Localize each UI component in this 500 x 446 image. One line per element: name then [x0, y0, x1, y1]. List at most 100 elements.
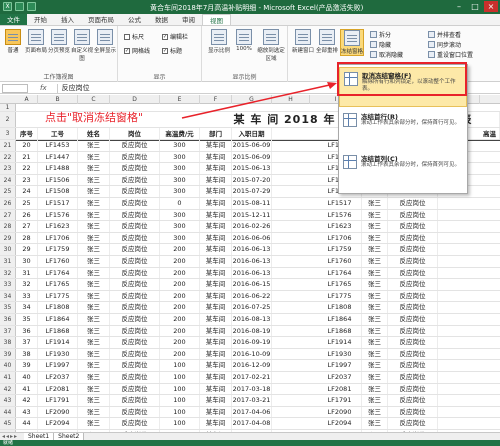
- cell[interactable]: LF1488: [38, 163, 78, 174]
- cell[interactable]: 张三: [362, 383, 388, 395]
- cell[interactable]: 张三: [362, 221, 388, 232]
- cell[interactable]: 反应岗位: [388, 395, 438, 406]
- cell[interactable]: 2017-04-08: [232, 418, 272, 429]
- row-header[interactable]: 23: [0, 163, 16, 174]
- column-header[interactable]: E: [160, 95, 200, 104]
- cell[interactable]: 姓名: [78, 128, 110, 139]
- cell[interactable]: 反应岗位: [110, 256, 160, 267]
- cell[interactable]: 张三: [362, 325, 388, 337]
- cell[interactable]: LF1760: [318, 256, 362, 267]
- row-header[interactable]: 21: [0, 140, 16, 151]
- cell[interactable]: 反应岗位: [110, 383, 160, 395]
- cell[interactable]: 2016-06-06: [232, 232, 272, 244]
- cell[interactable]: LF1791: [38, 395, 78, 406]
- cell[interactable]: 序号: [16, 128, 38, 139]
- row-header[interactable]: 28: [0, 221, 16, 232]
- cell[interactable]: 某 车 间 2018 年: [230, 112, 340, 127]
- cell[interactable]: 反应岗位: [388, 221, 438, 232]
- cell[interactable]: 张三: [78, 395, 110, 406]
- cell[interactable]: 反应岗位: [388, 267, 438, 279]
- cell[interactable]: 44: [16, 418, 38, 429]
- cell[interactable]: 反应岗位: [388, 232, 438, 244]
- cell[interactable]: LF1775: [318, 290, 362, 302]
- full-screen-button[interactable]: 全屏显示: [94, 29, 116, 54]
- cell[interactable]: 22: [16, 163, 38, 174]
- cell[interactable]: LF1930: [38, 348, 78, 360]
- zoom-button[interactable]: 显示比例: [206, 29, 232, 54]
- row-header[interactable]: 29: [0, 232, 16, 244]
- cell[interactable]: 反应岗位: [388, 256, 438, 267]
- cell[interactable]: 张三: [78, 314, 110, 325]
- zoom-to-selection-button[interactable]: 缩放到选定区域: [256, 29, 286, 62]
- cell[interactable]: LF1765: [318, 279, 362, 290]
- cell[interactable]: 反应岗位: [110, 267, 160, 279]
- cell[interactable]: 28: [16, 232, 38, 244]
- cell[interactable]: 33: [16, 290, 38, 302]
- cell[interactable]: 2016-09-19: [232, 337, 272, 348]
- reset-window-button[interactable]: 重设窗口位置: [428, 50, 473, 59]
- row-header[interactable]: 45: [0, 418, 16, 429]
- cell[interactable]: 300: [160, 221, 200, 232]
- cell[interactable]: LF2090: [318, 406, 362, 418]
- tab-file[interactable]: 文件: [0, 14, 27, 25]
- row-header[interactable]: 25: [0, 186, 16, 197]
- cell[interactable]: LF1997: [318, 360, 362, 371]
- cell[interactable]: 200: [160, 290, 200, 302]
- cell[interactable]: 某车间: [200, 232, 232, 244]
- cell[interactable]: 2016-06-15: [232, 279, 272, 290]
- cell[interactable]: 2015-06-09: [232, 151, 272, 163]
- cell[interactable]: 部门: [200, 128, 232, 139]
- cell[interactable]: 2016-12-09: [232, 360, 272, 371]
- cell[interactable]: 张三: [78, 337, 110, 348]
- cell[interactable]: 反应岗位: [110, 372, 160, 383]
- tab-insert[interactable]: 插入: [54, 14, 81, 25]
- cell[interactable]: 张三: [362, 198, 388, 209]
- cell[interactable]: 300: [160, 174, 200, 186]
- cell[interactable]: 张三: [78, 140, 110, 151]
- cell[interactable]: 反应岗位: [110, 406, 160, 418]
- cell[interactable]: 38: [16, 348, 38, 360]
- cell[interactable]: 张三: [78, 418, 110, 429]
- row-header[interactable]: 38: [0, 337, 16, 348]
- cell[interactable]: 岗位: [110, 128, 160, 139]
- cell[interactable]: 某车间: [200, 209, 232, 221]
- cell[interactable]: 某车间: [200, 198, 232, 209]
- tab-page-layout[interactable]: 页面布局: [81, 14, 121, 25]
- cell[interactable]: 2015-08-11: [232, 198, 272, 209]
- cell[interactable]: 反应岗位: [110, 244, 160, 255]
- cell[interactable]: 反应岗位: [388, 279, 438, 290]
- cell[interactable]: 200: [160, 348, 200, 360]
- cell[interactable]: 300: [160, 232, 200, 244]
- cell[interactable]: 张三: [362, 314, 388, 325]
- cell[interactable]: 某车间: [200, 290, 232, 302]
- cell[interactable]: 反应岗位: [388, 337, 438, 348]
- row-header[interactable]: 26: [0, 198, 16, 209]
- cell[interactable]: LF1760: [38, 256, 78, 267]
- cell[interactable]: 2015-12-11: [232, 209, 272, 221]
- custom-views-button[interactable]: 自定义视图: [71, 29, 93, 62]
- cell[interactable]: LF1706: [318, 232, 362, 244]
- cell[interactable]: 200: [160, 279, 200, 290]
- tab-home[interactable]: 开始: [27, 14, 54, 25]
- cell[interactable]: LF2037: [318, 372, 362, 383]
- cell[interactable]: 200: [160, 314, 200, 325]
- cell[interactable]: 张三: [78, 267, 110, 279]
- cell[interactable]: 张三: [362, 406, 388, 418]
- cell[interactable]: 31: [16, 267, 38, 279]
- cell[interactable]: LF1775: [38, 290, 78, 302]
- cell[interactable]: 反应岗位: [388, 290, 438, 302]
- view-side-by-side-button[interactable]: 并排查看: [428, 30, 461, 39]
- row-header[interactable]: 34: [0, 290, 16, 302]
- cell[interactable]: 某车间: [200, 256, 232, 267]
- cell[interactable]: 2016-06-13: [232, 244, 272, 255]
- name-box[interactable]: [2, 83, 28, 93]
- cell[interactable]: 张三: [78, 406, 110, 418]
- cell[interactable]: 张三: [78, 174, 110, 186]
- column-header[interactable]: C: [78, 95, 110, 104]
- cell[interactable]: 2016-08-13: [232, 314, 272, 325]
- cell[interactable]: LF1808: [318, 302, 362, 313]
- freeze-first-column-item[interactable]: 冻结首列(C) 滚动工作表其余部分时，保持首列可见。: [339, 151, 467, 191]
- cell[interactable]: LF1506: [38, 174, 78, 186]
- cell[interactable]: 张三: [362, 418, 388, 429]
- cell[interactable]: LF1864: [38, 314, 78, 325]
